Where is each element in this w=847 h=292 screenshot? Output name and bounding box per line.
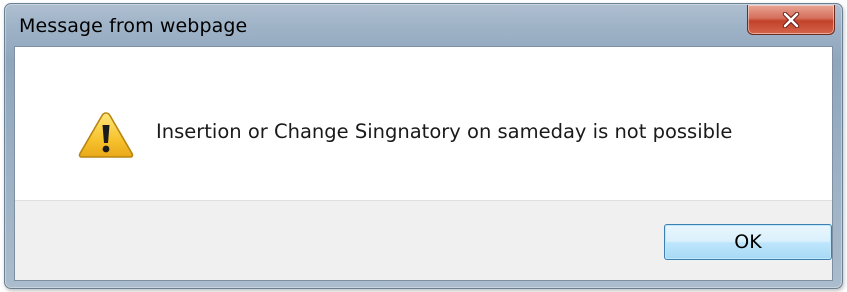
close-button[interactable] [747, 5, 835, 35]
dialog-window: Message from webpage Insertion or Change… [4, 3, 843, 289]
message-area: Insertion or Change Singnatory on sameda… [15, 47, 832, 203]
close-icon [782, 11, 800, 28]
ok-button[interactable]: OK [664, 224, 832, 260]
warning-icon [78, 112, 134, 158]
button-bar: OK [15, 200, 832, 280]
message-text: Insertion or Change Singnatory on sameda… [156, 120, 733, 143]
dialog-body: Insertion or Change Singnatory on sameda… [14, 46, 833, 281]
dialog-title: Message from webpage [19, 15, 248, 37]
